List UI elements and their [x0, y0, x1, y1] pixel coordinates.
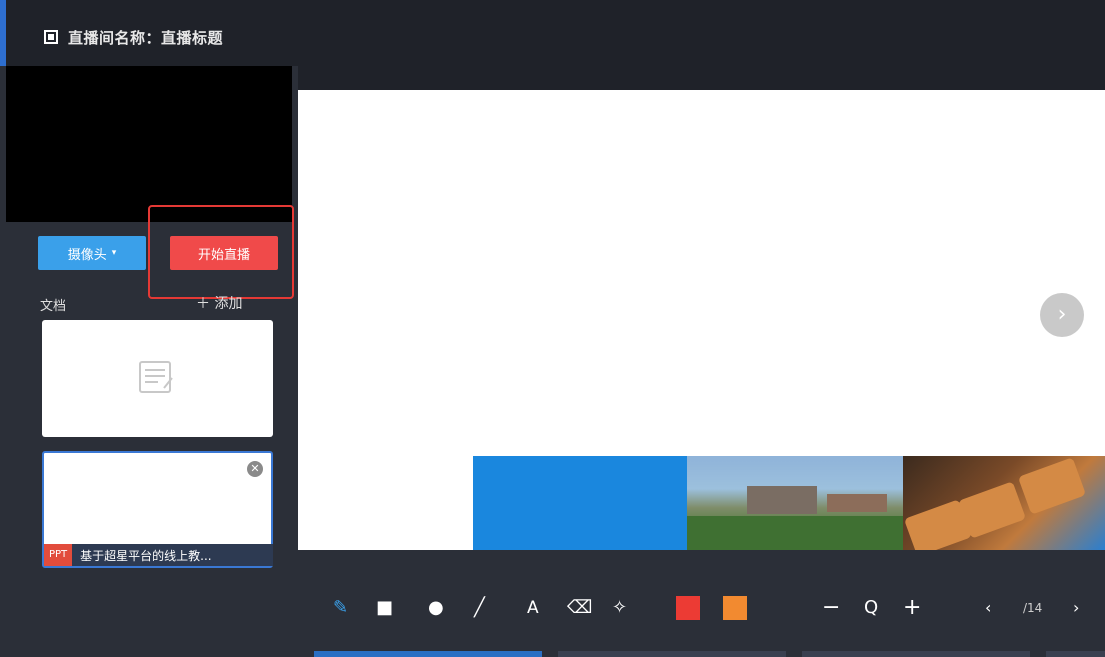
caret-down-icon: ▾	[111, 248, 117, 258]
page-indicator: /14	[1023, 601, 1043, 615]
ppt-badge: PPT	[44, 544, 73, 566]
building-shape	[827, 494, 887, 512]
live-stream-window: 直播间名称：直播标题 摄像头 ▾ 开始直播 文档 ＋ 添加 ✕ PPT 基于超星…	[0, 0, 1105, 657]
pen-icon[interactable]: ✎	[333, 596, 348, 620]
camera-button[interactable]: 摄像头 ▾	[38, 236, 146, 270]
line-icon[interactable]: ╱	[474, 596, 485, 620]
document-icon	[139, 361, 173, 393]
keyboard-key-shape	[1017, 457, 1087, 515]
document-name: 基于超星平台的线上教...	[80, 548, 212, 563]
camera-preview	[6, 66, 292, 222]
thumbnail[interactable]	[314, 651, 542, 657]
circle-icon[interactable]: ●	[428, 596, 444, 620]
document-card-ppt[interactable]: ✕ PPT 基于超星平台的线上教...	[42, 451, 273, 568]
start-button-highlight	[148, 205, 294, 299]
next-page-button[interactable]: ›	[1073, 596, 1079, 620]
broom-icon[interactable]: ✧	[612, 596, 627, 620]
slide-banner-keyboard-photo	[903, 456, 1105, 550]
prev-page-button[interactable]: ‹	[985, 596, 991, 620]
document-caption: PPT 基于超星平台的线上教...	[44, 544, 273, 566]
chevron-right-icon[interactable]: ›	[1040, 293, 1084, 337]
close-icon[interactable]: ✕	[247, 461, 263, 477]
document-card-placeholder[interactable]	[42, 320, 273, 437]
camera-button-label: 摄像头	[67, 247, 107, 263]
building-shape	[747, 486, 817, 514]
rectangle-icon[interactable]: ■	[376, 596, 393, 620]
slide-banner-campus-photo	[687, 456, 903, 550]
app-icon	[44, 30, 58, 44]
zoom-icon[interactable]: Q	[864, 596, 878, 620]
add-document-button[interactable]: ＋ 添加	[196, 293, 242, 313]
thumbnail[interactable]	[558, 651, 786, 657]
thumbnail[interactable]	[802, 651, 1030, 657]
documents-label: 文档	[40, 299, 67, 314]
lawn-shape	[687, 516, 903, 550]
title-bar: 直播间名称：直播标题	[0, 0, 1105, 66]
eraser-icon[interactable]: ⌫	[567, 596, 592, 620]
drawing-toolbar	[298, 570, 1105, 657]
color-swatch-red[interactable]	[676, 596, 700, 620]
window-title: 直播间名称：直播标题	[68, 29, 224, 47]
zoom-in-button[interactable]: +	[903, 596, 921, 620]
slide-banner-blue	[473, 456, 687, 550]
color-swatch-orange[interactable]	[723, 596, 747, 620]
thumbnail[interactable]	[1046, 651, 1105, 657]
zoom-out-button[interactable]: −	[822, 596, 840, 620]
text-icon[interactable]: A	[527, 596, 539, 620]
thumbnail-strip	[314, 651, 1105, 657]
